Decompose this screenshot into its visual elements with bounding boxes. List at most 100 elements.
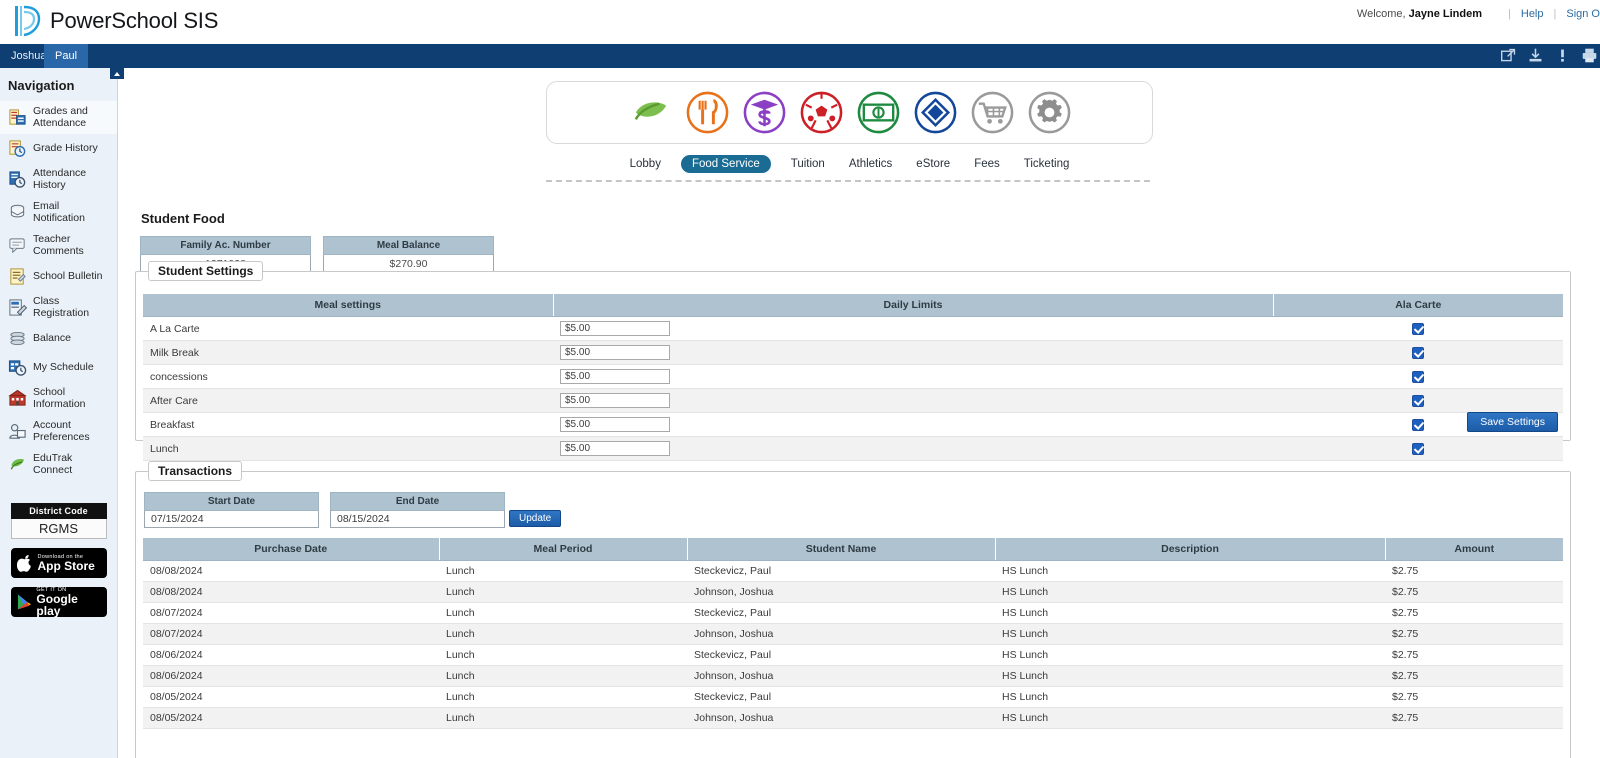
school-information-icon [8, 389, 27, 406]
sidebar-item-label: Email Notification [33, 200, 85, 224]
external-link-icon[interactable] [1500, 47, 1517, 64]
page-title: Student Food [141, 211, 225, 226]
help-link[interactable]: Help [1521, 8, 1544, 20]
description: HS Lunch [995, 665, 1385, 687]
ala-carte-checkbox[interactable] [1412, 394, 1424, 407]
meal-name: Milk Break [143, 340, 553, 365]
ala-carte-checkbox[interactable] [1412, 442, 1424, 455]
brand-text: PowerSchool SIS [50, 8, 219, 33]
settings-gear-icon[interactable] [1026, 89, 1073, 136]
money-icon[interactable] [855, 89, 902, 136]
daily-limit-input[interactable] [560, 393, 670, 408]
meal-balance-label: Meal Balance [323, 236, 494, 255]
tab-estore[interactable]: eStore [912, 156, 954, 172]
amount: $2.75 [1385, 665, 1563, 687]
app-store-badge[interactable]: Download on the App Store [10, 548, 107, 578]
section-divider [546, 180, 1150, 182]
student-name: Steckevicz, Paul [687, 644, 995, 666]
apple-logo-icon [16, 554, 31, 572]
ala-carte-checkbox[interactable] [1412, 346, 1424, 359]
sidebar-item-my-schedule[interactable]: My Schedule [0, 353, 117, 382]
sidebar-item-balance[interactable]: Balance [0, 324, 117, 353]
sidebar-item-email-notification[interactable]: Email Notification [0, 196, 117, 229]
brand[interactable]: PowerSchool SIS [14, 4, 218, 38]
grade-history-icon [9, 140, 26, 157]
meal-period: Lunch [439, 581, 687, 603]
sidebar-item-attendance-history[interactable]: Attendance History [0, 163, 117, 196]
sidebar-collapse-toggle[interactable] [110, 68, 124, 79]
daily-limit-cell [553, 388, 1273, 413]
header-right: Welcome, Jayne Lindem | Help | Sign O [1357, 8, 1600, 20]
student-tab-paul[interactable]: Paul [44, 44, 89, 68]
sidebar-item-grades-and-attendance[interactable]: Grades and Attendance [0, 101, 117, 134]
start-date-label: Start Date [144, 492, 319, 511]
daily-limit-input[interactable] [560, 369, 670, 384]
transactions-table-wrap: Purchase Date Meal Period Student Name D… [143, 538, 1563, 729]
purchase-date: 08/06/2024 [143, 665, 439, 687]
main-content: Lobby Food Service Tuition Athletics eSt… [119, 68, 1600, 758]
meal-period: Lunch [439, 686, 687, 708]
sidebar-item-teacher-comments[interactable]: Teacher Comments [0, 229, 117, 262]
col-description: Description [995, 538, 1386, 561]
tab-athletics[interactable]: Athletics [845, 156, 896, 172]
ticketing-icon[interactable] [912, 89, 959, 136]
download-icon[interactable] [1527, 47, 1544, 64]
tab-fees[interactable]: Fees [970, 156, 1004, 172]
ala-carte-cell [1273, 388, 1563, 413]
sidebar-item-grade-history[interactable]: Grade History [0, 134, 117, 163]
amount: $2.75 [1385, 623, 1563, 645]
purchase-date: 08/07/2024 [143, 602, 439, 624]
daily-limit-input[interactable] [560, 345, 670, 360]
table-row: Lunch [143, 436, 1563, 461]
service-icon-bar [546, 81, 1153, 144]
tab-ticketing[interactable]: Ticketing [1020, 156, 1074, 172]
col-amount: Amount [1385, 538, 1563, 561]
google-play-badge[interactable]: GET IT ON Google play [10, 587, 107, 617]
daily-limit-input[interactable] [560, 441, 670, 456]
transactions-legend: Transactions [148, 461, 243, 481]
my-schedule-icon [8, 360, 27, 376]
tab-tuition[interactable]: Tuition [787, 156, 829, 172]
ala-carte-cell [1273, 316, 1563, 341]
estore-cart-icon[interactable] [969, 89, 1016, 136]
description: HS Lunch [995, 560, 1385, 582]
tab-food-service[interactable]: Food Service [680, 155, 771, 173]
student-settings-table-wrap: Meal settings Daily Limits Ala Carte A L… [143, 294, 1563, 461]
description: HS Lunch [995, 623, 1385, 645]
tuition-icon[interactable] [741, 89, 788, 136]
student-name: Steckevicz, Paul [687, 686, 995, 708]
sidebar-item-edutrak-connect[interactable]: EduTrak Connect [0, 448, 117, 481]
header-separator-2: | [1553, 8, 1557, 20]
daily-limit-input[interactable] [560, 321, 670, 336]
sidebar-item-school-information[interactable]: School Information [0, 382, 117, 415]
col-student-name: Student Name [687, 538, 996, 561]
apple-icon[interactable] [627, 89, 674, 136]
top-header: PowerSchool SIS Welcome, Jayne Lindem | … [0, 0, 1600, 44]
sidebar-item-label: EduTrak Connect [33, 452, 73, 476]
update-button[interactable]: Update [509, 510, 562, 527]
save-settings-button[interactable]: Save Settings [1467, 412, 1558, 432]
ala-carte-checkbox[interactable] [1412, 322, 1424, 335]
sidebar-item-account-preferences[interactable]: Account Preferences [0, 415, 117, 448]
info-icon[interactable] [1554, 47, 1571, 64]
food-service-icon[interactable] [684, 89, 731, 136]
col-purchase-date: Purchase Date [143, 538, 440, 561]
athletics-icon[interactable] [798, 89, 845, 136]
sidebar-item-label: Balance [33, 331, 71, 344]
sidebar-item-school-bulletin[interactable]: School Bulletin [0, 262, 117, 291]
amount: $2.75 [1385, 560, 1563, 582]
sign-out-link[interactable]: Sign O [1566, 8, 1600, 20]
start-date-input[interactable] [144, 511, 319, 528]
daily-limit-input[interactable] [560, 417, 670, 432]
ala-carte-checkbox[interactable] [1412, 418, 1424, 431]
meal-name: A La Carte [143, 316, 553, 341]
table-header-row: Meal settings Daily Limits Ala Carte [143, 294, 1563, 317]
print-icon[interactable] [1581, 47, 1598, 64]
end-date-input[interactable] [330, 511, 505, 528]
sidebar-item-class-registration[interactable]: Class Registration [0, 291, 117, 324]
meal-period: Lunch [439, 644, 687, 666]
tab-lobby[interactable]: Lobby [626, 156, 665, 172]
table-row: Milk Break [143, 340, 1563, 365]
ala-carte-checkbox[interactable] [1412, 370, 1424, 383]
meal-period: Lunch [439, 707, 687, 729]
